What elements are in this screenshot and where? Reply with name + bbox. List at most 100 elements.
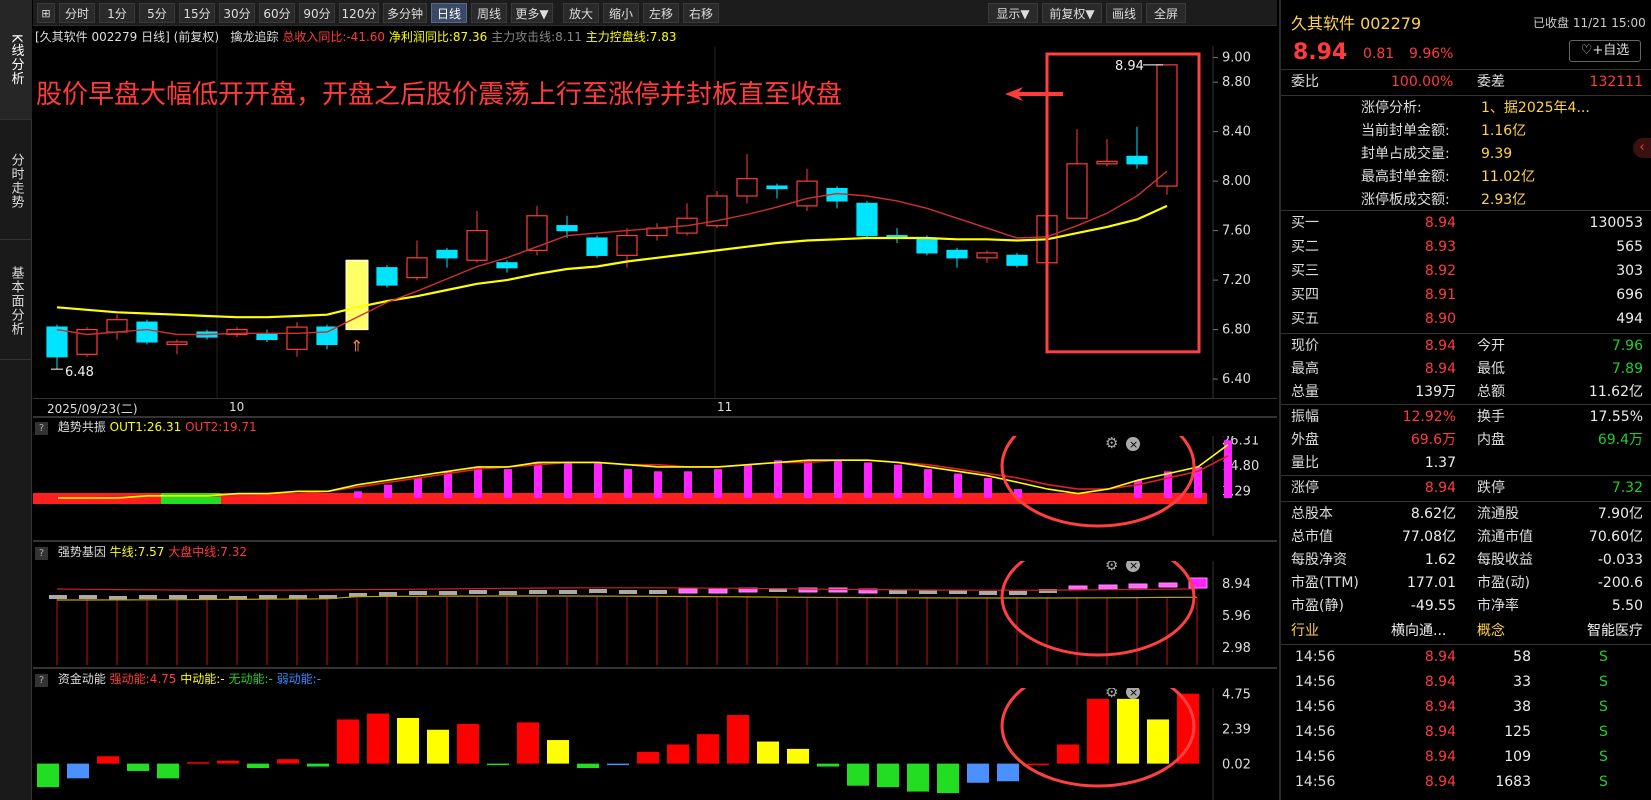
- gene-block: [1009, 591, 1027, 595]
- period-button[interactable]: 60分: [259, 3, 295, 23]
- period-button[interactable]: 90分: [299, 3, 335, 23]
- limit-analysis-row: 最高封单金额: 11.02亿: [1281, 166, 1651, 189]
- period-button[interactable]: 1分: [99, 3, 135, 23]
- momentum-bar: [637, 751, 659, 764]
- y-tick-label: 5.96: [1222, 609, 1251, 624]
- bid-row: 买一 8.94 130053: [1281, 212, 1651, 235]
- gene-block: [1128, 583, 1148, 589]
- tab-kline-label: K线分析: [8, 33, 24, 86]
- trend-resonance-chart[interactable]: 26.3114.803.29⚙ ×: [33, 436, 1277, 536]
- tab-fundamental[interactable]: 基本面分析: [0, 242, 32, 360]
- tab-intraday-label: 分时走势: [8, 152, 24, 209]
- stat-value: 5.50: [1611, 598, 1643, 614]
- trend-bar: [804, 460, 812, 498]
- momentum-bar: [517, 722, 539, 764]
- candle-body: [1156, 64, 1178, 187]
- momentum-bar: [907, 763, 929, 792]
- bull-line: [56, 587, 1198, 591]
- ma-fast-line: [56, 170, 1168, 336]
- chart-action-button[interactable]: 左移: [643, 3, 679, 23]
- rocket-icon: ⇑: [350, 337, 363, 356]
- period-button[interactable]: 120分: [339, 3, 379, 23]
- bid-volume: 303: [1616, 263, 1643, 279]
- help-icon[interactable]: ?: [35, 422, 48, 435]
- period-button[interactable]: 分时: [59, 3, 95, 23]
- trend-bar: [864, 462, 872, 498]
- momentum-bar: [277, 759, 299, 764]
- momentum-bar: [187, 762, 209, 764]
- candle-body: [1126, 155, 1148, 165]
- gene-block: [169, 595, 187, 599]
- trend-bar: [834, 460, 842, 498]
- help-icon[interactable]: ?: [35, 547, 48, 560]
- period-button[interactable]: 15分: [179, 3, 215, 23]
- toolbar-right-button[interactable]: 显示▼: [988, 3, 1038, 23]
- candle-body: [736, 178, 758, 197]
- trend-bar: [654, 471, 662, 498]
- add-watchlist-button[interactable]: ♡+自选: [1569, 40, 1641, 62]
- bid-level-label: 买二: [1291, 239, 1319, 255]
- toolbar-right-button[interactable]: 画线: [1106, 3, 1142, 23]
- stat-row: 现价 8.94 今开 7.96: [1281, 335, 1651, 358]
- momentum-bar: [607, 763, 629, 766]
- industry-value[interactable]: 横向通...: [1391, 620, 1446, 643]
- toolbar-right-button[interactable]: 全屏: [1146, 3, 1186, 23]
- tick-price: 8.94: [1424, 649, 1456, 665]
- momentum-bar: [217, 760, 239, 764]
- stat-label: 市净率: [1477, 598, 1519, 614]
- period-button[interactable]: 周线: [471, 3, 507, 23]
- momentum-bar: [157, 763, 179, 779]
- collapse-arrow-icon[interactable]: ‹: [1633, 138, 1651, 158]
- tick-time: 14:56: [1295, 674, 1336, 690]
- period-button[interactable]: 30分: [219, 3, 255, 23]
- candle-body: [796, 180, 818, 207]
- tab-kline-analysis[interactable]: K线分析: [0, 0, 32, 120]
- period-button[interactable]: 多分钟: [383, 3, 427, 23]
- stat-label: 现价: [1291, 338, 1319, 354]
- help-icon[interactable]: ?: [35, 674, 48, 687]
- tick-direction: S: [1599, 674, 1608, 690]
- trend-bar: [354, 491, 362, 498]
- annotation-arrow-icon: [1005, 87, 1063, 101]
- period-button[interactable]: 5分: [139, 3, 175, 23]
- order-diff-label: 委差: [1477, 74, 1505, 90]
- gene-block: [889, 590, 907, 594]
- toolbar-right-button[interactable]: 前复权▼: [1042, 3, 1102, 23]
- tab-intraday[interactable]: 分时走势: [0, 122, 32, 240]
- tick-volume: 1683: [1495, 774, 1531, 790]
- candle-body: [376, 267, 398, 286]
- trend-bar: [564, 462, 572, 498]
- momentum-bar: [427, 729, 449, 764]
- trade-tick-row: 14:56 8.94 33 S: [1281, 671, 1651, 694]
- chart-action-button[interactable]: 缩小: [603, 3, 639, 23]
- y-tick-label: 6.40: [1222, 372, 1251, 387]
- tick-time: 14:56: [1295, 724, 1336, 740]
- capital-momentum-chart[interactable]: 4.75 2.39 0.02 ⚙ ×: [33, 688, 1277, 800]
- trend-bar: [534, 462, 542, 498]
- momentum-bar: [367, 713, 389, 764]
- candle-body: [436, 249, 458, 259]
- stat-row: 市盈(TTM) 177.01 市盈(动) -200.6: [1281, 572, 1651, 595]
- month-label-nov: 11: [717, 400, 733, 414]
- momentum-bar: [667, 744, 689, 764]
- indicator-name[interactable]: 擒龙追踪: [230, 30, 278, 44]
- period-button[interactable]: 更多▼: [511, 3, 553, 23]
- candle-body: [256, 333, 278, 341]
- concept-value[interactable]: 智能医疗: [1587, 620, 1643, 643]
- stat-value: 1.37: [1424, 455, 1456, 471]
- period-button[interactable]: 日线: [431, 3, 467, 23]
- trend-bar: [1224, 440, 1232, 498]
- grid-menu-icon[interactable]: ⊞: [37, 3, 55, 23]
- limit-up-label: 涨停: [1291, 480, 1319, 496]
- chart-action-button[interactable]: 右移: [683, 3, 719, 23]
- stat-label: 量比: [1291, 455, 1319, 471]
- stat-value: 1.62: [1424, 552, 1456, 568]
- momentum-bar: [877, 763, 899, 788]
- annotation-text: 股价早盘大幅低开开盘，开盘之后股价震荡上行至涨停并封板直至收盘: [36, 80, 843, 110]
- stat-label: 内盘: [1477, 432, 1505, 448]
- chart-action-button[interactable]: 放大: [563, 3, 599, 23]
- strong-gene-chart[interactable]: 8.94 5.96 2.98 ⚙ ×: [33, 561, 1277, 665]
- stat-value: 12.92%: [1402, 409, 1456, 425]
- momentum-bar: [1117, 698, 1139, 764]
- bid-level-label: 买四: [1291, 287, 1319, 303]
